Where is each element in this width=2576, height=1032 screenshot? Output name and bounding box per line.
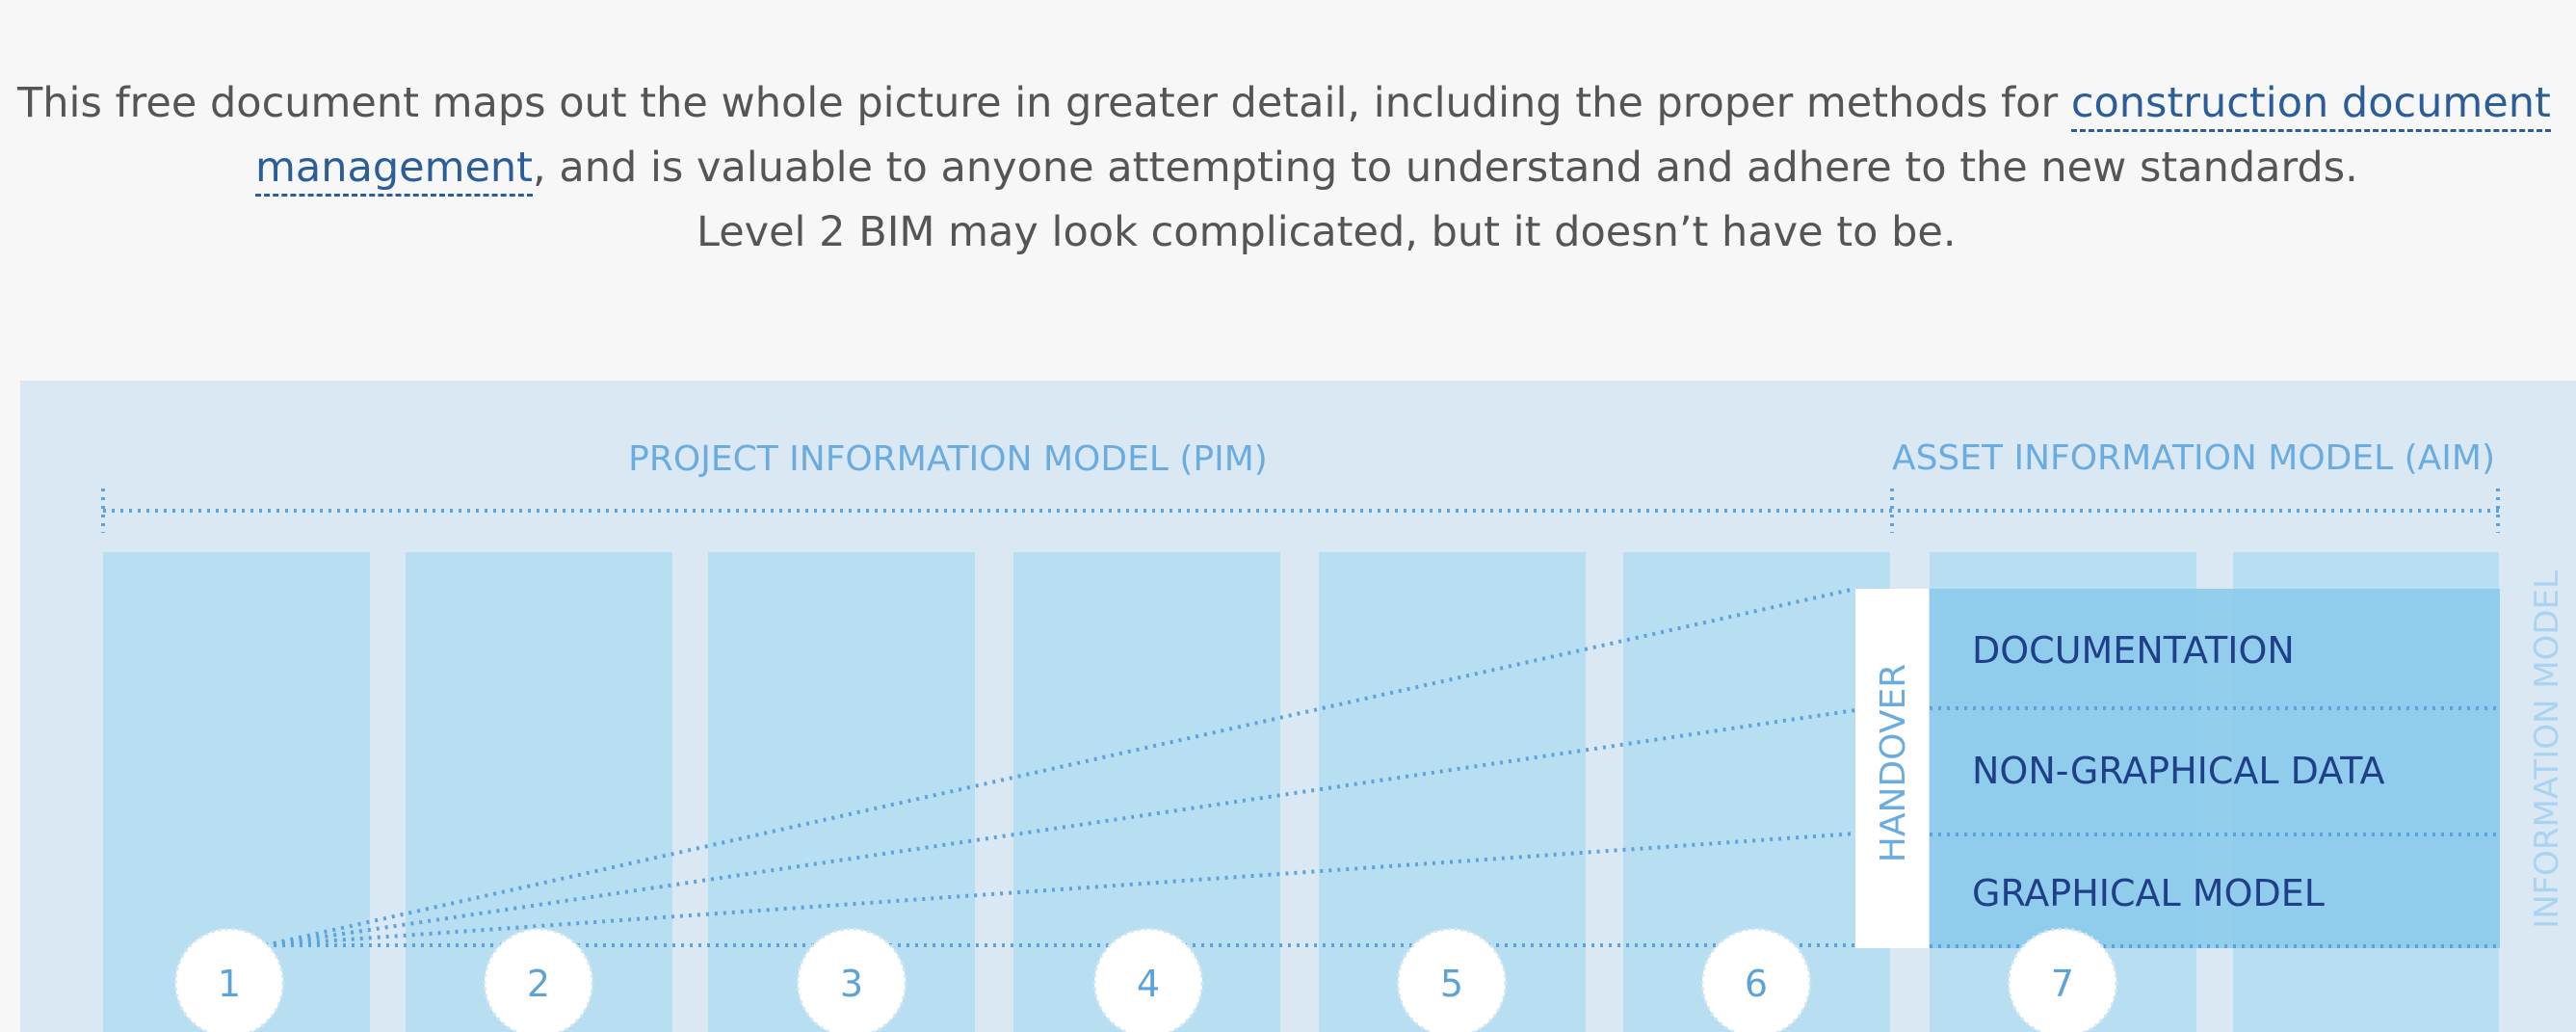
stage-marker-1[interactable]: 1 xyxy=(173,927,285,1032)
layer-graphical-model: GRAPHICAL MODEL xyxy=(1972,872,2325,914)
layer-non-graphical-data: NON-GRAPHICAL DATA xyxy=(1972,750,2385,792)
stage-marker-6[interactable]: 6 xyxy=(1700,927,1812,1032)
stage-marker-3[interactable]: 3 xyxy=(796,927,907,1032)
construction-document-link-cont[interactable]: management xyxy=(255,144,534,197)
intro-line-1: This free document maps out the whole pi… xyxy=(17,71,2551,136)
model-brackets xyxy=(101,489,2500,533)
layer-documentation: DOCUMENTATION xyxy=(1972,629,2295,672)
stage-number-3: 3 xyxy=(840,963,863,1005)
stage-number-4: 4 xyxy=(1137,963,1160,1005)
intro-text-1: This free document maps out the whole pi… xyxy=(17,79,2071,127)
diagram-svg: PROJECT INFORMATION MODEL (PIM) ASSET IN… xyxy=(101,438,2566,1032)
stage-marker-5[interactable]: 5 xyxy=(1396,927,1508,1032)
stage-number-7: 7 xyxy=(2051,963,2074,1005)
stage-number-2: 2 xyxy=(527,963,550,1005)
stage-number-5: 5 xyxy=(1440,963,1463,1005)
stage-marker-2[interactable]: 2 xyxy=(483,927,594,1032)
stage-number-6: 6 xyxy=(1745,963,1768,1005)
stage-marker-4[interactable]: 4 xyxy=(1092,927,1204,1032)
intro-text-3: Level 2 BIM may look complicated, but it… xyxy=(697,208,1957,256)
pim-label: PROJECT INFORMATION MODEL (PIM) xyxy=(628,439,1268,479)
information-model-label: INFORMATION MODEL xyxy=(2528,570,2566,929)
aim-label: ASSET INFORMATION MODEL (AIM) xyxy=(1892,438,2495,478)
bim-level2-diagram: PROJECT INFORMATION MODEL (PIM) ASSET IN… xyxy=(20,381,2576,1032)
construction-document-link[interactable]: construction document xyxy=(2070,79,2551,132)
intro-line-2: management, and is valuable to anyone at… xyxy=(255,136,2358,200)
stage-marker-7[interactable]: 7 xyxy=(2007,927,2118,1032)
handover-label: HANDOVER xyxy=(1874,664,1913,862)
intro-line-3: Level 2 BIM may look complicated, but it… xyxy=(697,200,1957,265)
intro-text-2: , and is valuable to anyone attempting t… xyxy=(533,144,2358,192)
stage-number-1: 1 xyxy=(218,963,241,1005)
